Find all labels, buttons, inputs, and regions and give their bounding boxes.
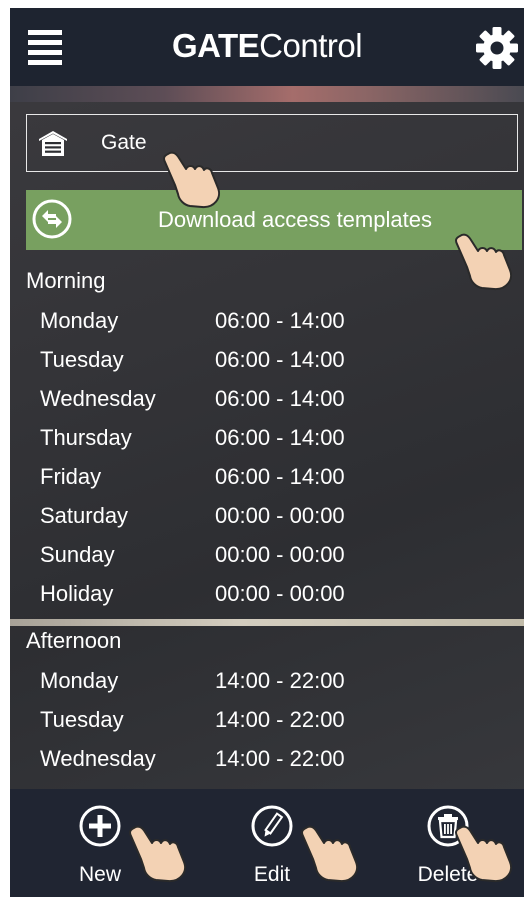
schedule-day: Friday bbox=[40, 464, 102, 489]
delete-label: Delete bbox=[417, 863, 479, 886]
app-screen: GATEControl Gate Download access templat… bbox=[10, 8, 524, 897]
morning-section-title: Morning bbox=[26, 268, 106, 293]
schedule-time: 06:00 - 14:00 bbox=[215, 308, 345, 333]
schedule-day: Saturday bbox=[40, 503, 129, 528]
schedule-time: 06:00 - 14:00 bbox=[215, 464, 345, 489]
download-templates-button[interactable]: Download access templates bbox=[26, 190, 522, 250]
schedule-time: 00:00 - 00:00 bbox=[215, 581, 345, 606]
schedule-day: Holiday bbox=[40, 581, 114, 606]
schedule-day: Wednesday bbox=[40, 386, 156, 411]
schedule-row: Sunday 00:00 - 00:00 bbox=[10, 540, 524, 576]
schedule-day: Tuesday bbox=[40, 707, 124, 732]
schedule-row: Wednesday 14:00 - 22:00 bbox=[10, 744, 524, 780]
schedule-row: Tuesday 14:00 - 22:00 bbox=[10, 705, 524, 741]
app-title-bold: GATE bbox=[171, 27, 260, 64]
gate-selector[interactable]: Gate bbox=[26, 114, 518, 172]
delete-button[interactable]: Delete bbox=[388, 789, 508, 897]
schedule-time: 06:00 - 14:00 bbox=[215, 425, 345, 450]
schedule-time: 14:00 - 22:00 bbox=[215, 668, 345, 693]
schedule-row: Tuesday 06:00 - 14:00 bbox=[10, 345, 524, 381]
edit-label: Edit bbox=[253, 863, 291, 886]
schedule-day: Tuesday bbox=[40, 347, 124, 372]
gate-name: Gate bbox=[101, 131, 147, 154]
schedule-time: 00:00 - 00:00 bbox=[215, 503, 345, 528]
new-button[interactable]: New bbox=[40, 789, 160, 897]
download-templates-label: Download access templates bbox=[158, 207, 432, 232]
schedule-row: Friday 06:00 - 14:00 bbox=[10, 462, 524, 498]
schedule-day: Monday bbox=[40, 308, 119, 333]
bottom-toolbar: New Edit Delete bbox=[10, 789, 524, 897]
header-accent-band bbox=[10, 86, 524, 102]
section-divider bbox=[10, 619, 524, 626]
trash-icon bbox=[427, 805, 469, 847]
schedule-row: Monday 06:00 - 14:00 bbox=[10, 306, 524, 342]
schedule-day: Sunday bbox=[40, 542, 115, 567]
app-title: GATEControl bbox=[10, 26, 524, 66]
schedule-row: Thursday 06:00 - 14:00 bbox=[10, 423, 524, 459]
schedule-row: Holiday 00:00 - 00:00 bbox=[10, 579, 524, 615]
edit-button[interactable]: Edit bbox=[212, 789, 332, 897]
schedule-row: Wednesday 06:00 - 14:00 bbox=[10, 384, 524, 420]
afternoon-section-title: Afternoon bbox=[26, 628, 122, 653]
header-bar: GATEControl bbox=[10, 8, 524, 86]
new-label: New bbox=[78, 863, 121, 886]
app-title-regular: Control bbox=[259, 27, 363, 64]
schedule-time: 06:00 - 14:00 bbox=[215, 347, 345, 372]
schedule-day: Wednesday bbox=[40, 746, 156, 771]
schedule-day: Thursday bbox=[40, 425, 132, 450]
schedule-time: 14:00 - 22:00 bbox=[215, 746, 345, 771]
schedule-time: 06:00 - 14:00 bbox=[215, 386, 345, 411]
plus-circle-icon bbox=[79, 805, 121, 847]
pencil-icon bbox=[251, 805, 293, 847]
schedule-time: 14:00 - 22:00 bbox=[215, 707, 345, 732]
garage-icon bbox=[39, 131, 67, 156]
schedule-row: Saturday 00:00 - 00:00 bbox=[10, 501, 524, 537]
schedule-day: Monday bbox=[40, 668, 119, 693]
schedule-row: Monday 14:00 - 22:00 bbox=[10, 666, 524, 702]
gear-icon[interactable] bbox=[476, 27, 518, 69]
schedule-time: 00:00 - 00:00 bbox=[215, 542, 345, 567]
